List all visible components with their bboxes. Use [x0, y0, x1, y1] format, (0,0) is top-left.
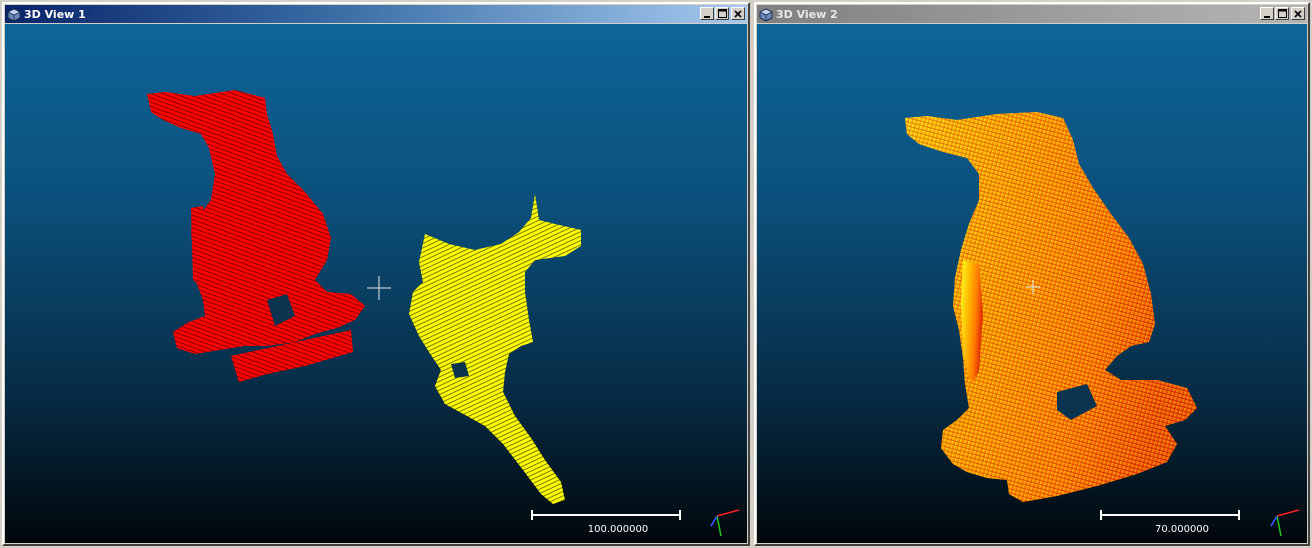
scale-bar	[1100, 510, 1240, 520]
scale-indicator: 100.000000	[531, 508, 681, 538]
view-window-1[interactable]: 3D View 1 100.000000	[2, 2, 750, 546]
scale-label: 70.000000	[1154, 524, 1210, 535]
maximize-icon	[1277, 9, 1287, 18]
window-title: 3D View 1	[24, 7, 86, 21]
window-title: 3D View 2	[776, 7, 838, 21]
merged-point-cloud	[905, 112, 1197, 502]
3d-viewport[interactable]: 100.000000	[5, 24, 747, 543]
point-cloud-canvas	[905, 112, 1197, 502]
close-button[interactable]	[1291, 7, 1305, 20]
scale-bar	[531, 510, 681, 520]
3d-cube-icon	[7, 7, 21, 22]
axis-trihedron-icon	[1270, 509, 1300, 537]
minimize-button[interactable]	[1260, 7, 1274, 20]
minimize-icon	[704, 15, 710, 18]
window-titlebar[interactable]: 3D View 1	[5, 5, 747, 23]
scale-label: 100.000000	[587, 524, 649, 535]
scale-indicator: 70.000000	[1100, 508, 1240, 538]
maximize-icon	[717, 9, 727, 18]
window-titlebar[interactable]: 3D View 2	[757, 5, 1307, 23]
maximize-button[interactable]	[715, 7, 729, 20]
view-window-2[interactable]: 3D View 2 70.000000	[754, 2, 1310, 546]
maximize-button[interactable]	[1275, 7, 1289, 20]
red-point-cloud	[147, 90, 365, 382]
minimize-button[interactable]	[700, 7, 714, 20]
minimize-icon	[1264, 15, 1270, 18]
axis-trihedron-icon	[710, 509, 740, 537]
close-button[interactable]	[731, 7, 745, 20]
pivot-crosshair-icon	[367, 276, 391, 300]
3d-viewport[interactable]: 70.000000	[757, 24, 1307, 543]
3d-cube-icon	[759, 7, 773, 22]
yellow-point-cloud	[409, 194, 581, 504]
close-icon	[1294, 9, 1302, 18]
close-icon	[734, 9, 742, 18]
